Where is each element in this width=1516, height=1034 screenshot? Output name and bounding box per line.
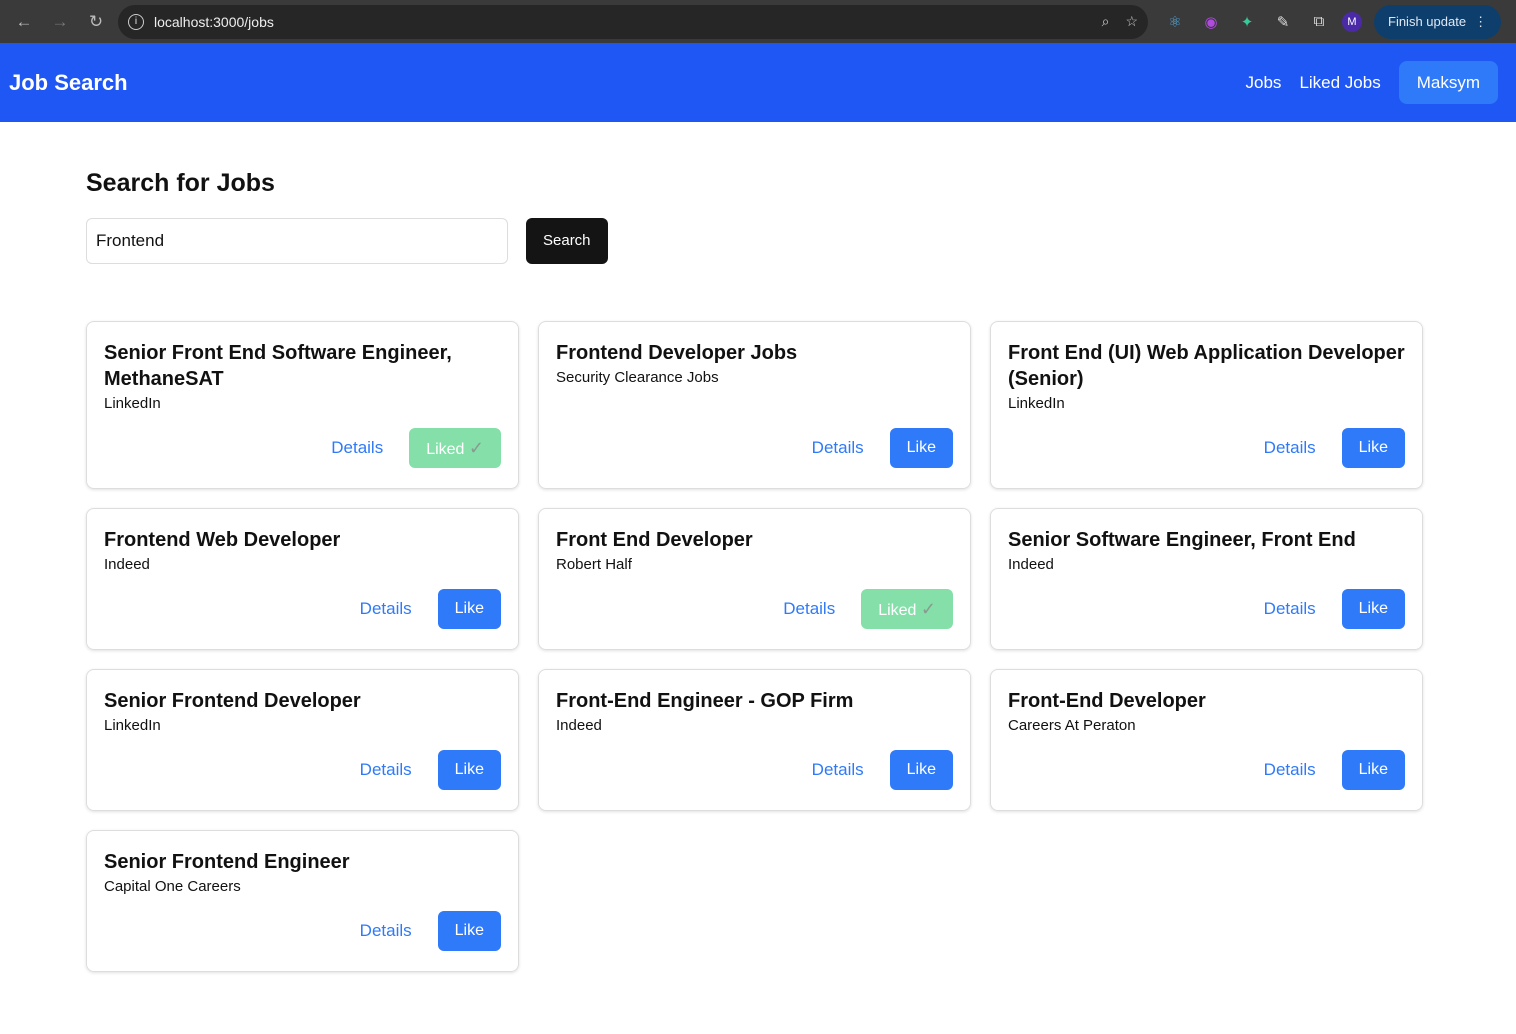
job-list: Senior Front End Software Engineer, Meth…	[86, 321, 1430, 972]
nav-jobs[interactable]: Jobs	[1246, 73, 1282, 93]
react-devtools-icon[interactable]: ⚛	[1166, 13, 1184, 31]
job-card: Front End (UI) Web Application Developer…	[990, 321, 1423, 489]
back-icon[interactable]: ←	[6, 12, 42, 32]
job-card: Senior Software Engineer, Front End Inde…	[990, 508, 1423, 650]
like-button[interactable]: Like	[437, 750, 501, 790]
job-title: Senior Front End Software Engineer, Meth…	[104, 342, 452, 390]
details-link[interactable]: Details	[1264, 760, 1316, 780]
nav-liked-jobs[interactable]: Liked Jobs	[1299, 73, 1380, 93]
address-bar[interactable]: i localhost:3000/jobs ⌕ ☆	[118, 4, 1148, 39]
job-title: Frontend Web Developer	[104, 529, 341, 551]
job-card: Senior Frontend Developer LinkedIn Detai…	[86, 669, 519, 811]
job-card: Frontend Developer Jobs Security Clearan…	[538, 321, 971, 489]
like-button[interactable]: Like	[1341, 750, 1405, 790]
details-link[interactable]: Details	[812, 760, 864, 780]
details-link[interactable]: Details	[360, 921, 412, 941]
user-menu-button[interactable]: Maksym	[1398, 61, 1498, 104]
job-company: Security Clearance Jobs	[556, 369, 719, 386]
details-link[interactable]: Details	[812, 438, 864, 458]
more-icon: ⋮	[1474, 13, 1488, 29]
extensions-puzzle-icon[interactable]: ⧉	[1310, 13, 1328, 30]
reload-icon[interactable]: ↻	[78, 12, 114, 32]
details-link[interactable]: Details	[1264, 438, 1316, 458]
job-title: Front End Developer	[556, 529, 753, 551]
job-title: Senior Frontend Engineer	[104, 851, 350, 873]
details-link[interactable]: Details	[360, 760, 412, 780]
like-button[interactable]: Like	[889, 428, 953, 468]
job-title: Frontend Developer Jobs	[556, 342, 798, 364]
finish-update-label: Finish update	[1388, 14, 1467, 29]
like-button[interactable]: Like	[889, 750, 953, 790]
page-title: Search for Jobs	[86, 169, 275, 197]
profile-avatar[interactable]: M	[1342, 11, 1362, 32]
zoom-icon[interactable]: ⌕	[1102, 13, 1110, 30]
finish-update-button[interactable]: Finish update ⋮	[1374, 4, 1502, 39]
job-company: Indeed	[556, 717, 602, 734]
details-link[interactable]: Details	[1264, 599, 1316, 619]
forward-icon[interactable]: →	[42, 12, 78, 32]
liked-button[interactable]: Liked ✓	[409, 428, 501, 468]
search-button[interactable]: Search	[526, 218, 608, 264]
bookmark-star-icon[interactable]: ☆	[1125, 13, 1138, 30]
job-company: Careers At Peraton	[1008, 717, 1136, 734]
job-card: Front-End Developer Careers At Peraton D…	[990, 669, 1423, 811]
job-card: Frontend Web Developer Indeed Details Li…	[86, 508, 519, 650]
job-company: LinkedIn	[1008, 395, 1065, 412]
eyedropper-icon[interactable]: ✎	[1274, 13, 1292, 31]
job-company: LinkedIn	[104, 395, 161, 412]
like-button[interactable]: Like	[1341, 428, 1405, 468]
extension-green-icon[interactable]: ✦	[1238, 13, 1256, 31]
liked-label: Liked	[426, 441, 465, 458]
like-button[interactable]: Like	[437, 911, 501, 951]
job-title: Front-End Developer	[1008, 690, 1206, 712]
extension-purple-icon[interactable]: ◉	[1202, 13, 1220, 31]
job-card: Front-End Engineer - GOP Firm Indeed Det…	[538, 669, 971, 811]
job-company: Capital One Careers	[104, 878, 241, 895]
liked-button[interactable]: Liked ✓	[861, 589, 953, 629]
app-header: Job Search Jobs Liked Jobs Maksym	[0, 43, 1516, 122]
checkmark-icon: ✓	[468, 438, 484, 458]
app-title[interactable]: Job Search	[9, 70, 1228, 96]
job-company: Robert Half	[556, 556, 632, 573]
details-link[interactable]: Details	[783, 599, 835, 619]
job-card: Front End Developer Robert Half Details …	[538, 508, 971, 650]
job-title: Front-End Engineer - GOP Firm	[556, 690, 854, 712]
job-company: Indeed	[104, 556, 150, 573]
job-company: Indeed	[1008, 556, 1054, 573]
search-input[interactable]: Frontend	[86, 218, 508, 264]
job-title: Senior Software Engineer, Front End	[1008, 529, 1356, 551]
job-title: Front End (UI) Web Application Developer…	[1008, 342, 1405, 390]
details-link[interactable]: Details	[331, 438, 383, 458]
job-card: Senior Front End Software Engineer, Meth…	[86, 321, 519, 489]
url-text: localhost:3000/jobs	[154, 13, 274, 30]
checkmark-icon: ✓	[920, 599, 936, 619]
job-title: Senior Frontend Developer	[104, 690, 361, 712]
browser-toolbar: ← → ↻ i localhost:3000/jobs ⌕ ☆ ⚛ ◉ ✦ ✎ …	[0, 0, 1516, 43]
like-button[interactable]: Like	[1341, 589, 1405, 629]
details-link[interactable]: Details	[360, 599, 412, 619]
job-card: Senior Frontend Engineer Capital One Car…	[86, 830, 519, 972]
job-company: LinkedIn	[104, 717, 161, 734]
liked-label: Liked	[878, 602, 917, 619]
like-button[interactable]: Like	[437, 589, 501, 629]
site-info-icon[interactable]: i	[128, 13, 144, 30]
